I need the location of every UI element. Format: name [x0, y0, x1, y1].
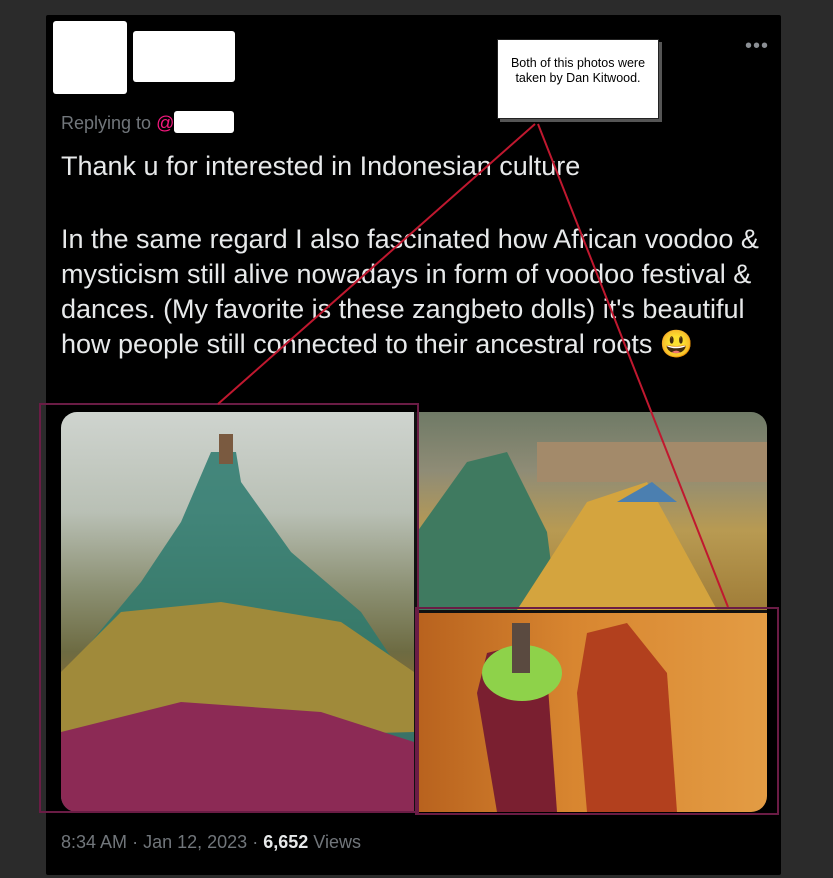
- tweet-stats: 8:34 AM · Jan 12, 2023 · 6,652 Views: [61, 832, 361, 853]
- tweet-time[interactable]: 8:34 AM: [61, 832, 127, 852]
- views-count: 6,652: [263, 832, 309, 852]
- annotation-lines: [217, 123, 729, 608]
- annotation-note: Both of this photos were taken by Dan Ki…: [497, 39, 659, 119]
- tweet-date[interactable]: Jan 12, 2023: [143, 832, 247, 852]
- views-label: Views: [313, 832, 361, 852]
- separator: ·: [252, 832, 259, 852]
- separator: ·: [132, 832, 139, 852]
